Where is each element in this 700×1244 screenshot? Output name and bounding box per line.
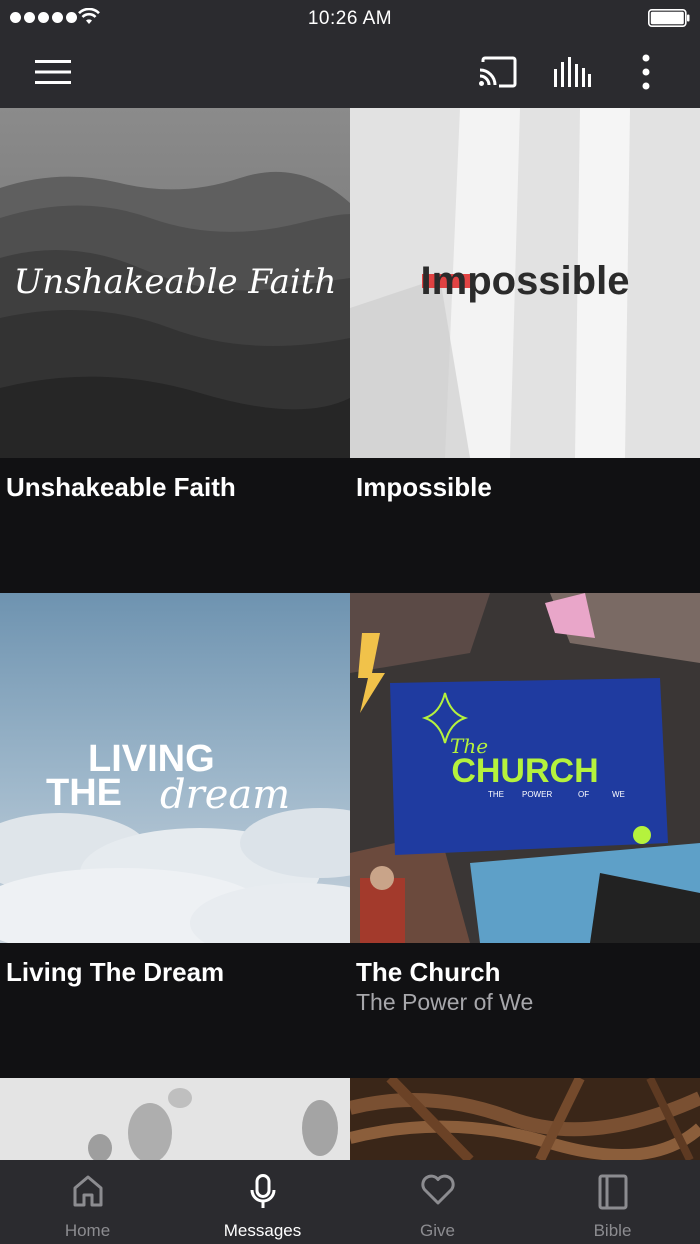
series-card-partial-left[interactable]	[0, 1078, 350, 1160]
tab-label: Messages	[223, 1221, 302, 1240]
artwork-text-small: WE	[612, 790, 625, 799]
tab-label: Give	[420, 1221, 455, 1240]
series-title: The Church	[356, 957, 501, 987]
home-icon	[73, 1175, 102, 1207]
tab-label: Bible	[593, 1221, 632, 1240]
series-artwork: The CHURCH THE POWER OF WE	[350, 593, 700, 943]
series-artwork: LIVING THE dream	[0, 593, 350, 943]
status-time: 10:26 AM	[307, 8, 393, 29]
artwork-text-line2: THE	[46, 772, 122, 814]
book-icon	[598, 1174, 627, 1210]
artwork-text-small: OF	[578, 790, 589, 799]
series-artwork: Unshakeable Faith	[0, 108, 350, 458]
heart-icon	[420, 1174, 455, 1205]
artwork-text-script: dream	[160, 772, 290, 818]
series-title: Unshakeable Faith	[6, 472, 236, 502]
more-options-button[interactable]	[624, 50, 668, 94]
menu-button[interactable]	[31, 50, 75, 94]
cast-button[interactable]	[475, 50, 519, 94]
series-artwork: Impossible	[350, 108, 700, 458]
menu-icon	[35, 60, 71, 84]
tab-label: Home	[64, 1221, 111, 1240]
artwork-text-main: CHURCH	[451, 752, 598, 790]
artwork-text-small: THE	[488, 790, 504, 799]
series-artwork	[0, 1078, 350, 1160]
microphone-icon	[250, 1174, 275, 1208]
series-card-partial-right[interactable]	[350, 1078, 700, 1160]
artwork-title-text: Unshakeable Faith	[14, 262, 337, 302]
cast-icon	[479, 56, 517, 88]
tab-messages[interactable]: Messages	[175, 1160, 350, 1244]
bottom-tab-bar: Home Messages Give Bible	[0, 1160, 700, 1244]
series-card-the-church[interactable]: The CHURCH THE POWER OF WE The Church Th…	[350, 593, 700, 1078]
more-vertical-icon	[642, 54, 650, 90]
battery-icon	[648, 9, 690, 27]
app-bar	[0, 36, 700, 108]
status-bar: 10:26 AM	[0, 0, 700, 36]
artwork-text-small: POWER	[522, 790, 552, 799]
series-card-unshakeable-faith[interactable]: Unshakeable Faith Unshakeable Faith	[0, 108, 350, 593]
series-artwork	[350, 1078, 700, 1160]
series-title: Impossible	[356, 472, 492, 502]
series-title: Living The Dream	[6, 957, 225, 987]
equalizer-icon	[554, 57, 591, 87]
artwork-title-text: Impossible	[421, 259, 630, 303]
tab-bible[interactable]: Bible	[525, 1160, 700, 1244]
series-card-living-the-dream[interactable]: LIVING THE dream Living The Dream	[0, 593, 350, 1078]
tab-give[interactable]: Give	[350, 1160, 525, 1244]
equalizer-button[interactable]	[550, 50, 594, 94]
series-card-impossible[interactable]: Impossible Impossible	[350, 108, 700, 593]
series-subtitle: The Power of We	[356, 989, 534, 1015]
tab-home[interactable]: Home	[0, 1160, 175, 1244]
